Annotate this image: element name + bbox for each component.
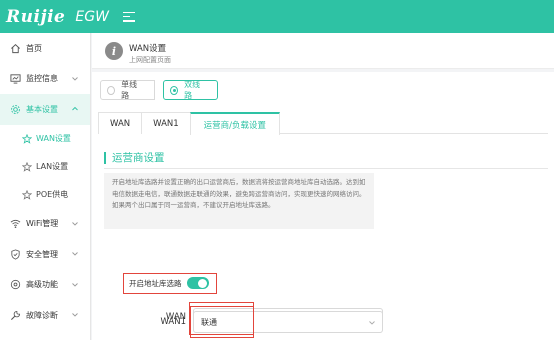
radio-single-line[interactable]: 单线路 [100,80,155,100]
sidebar-subitem-label: POE供电 [36,190,69,199]
sidebar-item-label: 高级功能 [26,280,58,290]
chevron-down-icon [369,321,375,325]
sidebar-item-label: 监控信息 [26,74,58,84]
radio-label: 单线路 [121,80,138,100]
sidebar-subitem-label: WAN设置 [36,134,71,143]
tab-bar: WAN WAN1 运营商/负载设置 [98,112,548,135]
address-routing-switch[interactable] [186,277,209,289]
radio-label: 双线路 [184,80,201,100]
settings-gear-icon [9,103,21,115]
sidebar-item-diagnose[interactable]: 故障诊断 [0,300,90,331]
content-panel: 单线路 双线路 WAN WAN1 运营商/负载设置 运营商设置 开启地址库选路并… [92,72,554,340]
line-mode-radio-group: 单线路 双线路 [100,80,218,100]
chevron-down-icon [72,313,78,317]
radio-dot [107,85,116,95]
page-title: WAN设置 [129,44,167,54]
sidebar-item-label: 首页 [26,43,42,53]
tab-wan[interactable]: WAN [98,112,143,134]
sidebar-subitem-lan[interactable]: LAN设置 [0,153,90,181]
radio-dual-line[interactable]: 双线路 [163,80,218,100]
monitor-icon [9,73,21,85]
top-bar: Ruijie EGW [0,0,554,33]
shield-icon [9,248,21,260]
product-name: EGW [75,8,109,25]
menu-toggle-icon[interactable] [122,11,135,22]
section-title: 运营商设置 [104,152,165,164]
highlight-box [190,306,254,338]
radio-dot [170,85,179,95]
page-header: i WAN设置 上网配置页面 [92,33,554,69]
info-icon: i [105,42,123,60]
toggle-label: 开启地址库选路 [129,278,182,288]
sidebar-subitem-label: LAN设置 [36,162,69,171]
star-icon [22,133,32,144]
chevron-down-icon [72,282,78,287]
wifi-icon [9,218,21,230]
sidebar-item-security[interactable]: 安全管理 [0,239,90,270]
section-description: 开启地址库选路并设置正确的出口运营商后，数据流将按运营商地址库自动选路。达到如电… [104,173,374,229]
sidebar-item-home[interactable]: 首页 [0,33,90,64]
diagnose-icon [9,309,21,321]
home-icon [9,42,21,54]
main-area: i WAN设置 上网配置页面 单线路 双线路 WAN WAN1 运营商/负载设置… [92,33,554,340]
chevron-down-icon [72,252,78,256]
sidebar-item-wifi[interactable]: WiFi管理 [0,209,90,240]
sidebar-item-basic-settings[interactable]: 基本设置 [0,94,90,125]
star-icon [22,189,32,200]
section-divider [104,168,548,169]
sidebar-item-label: 安全管理 [26,249,58,259]
sidebar: 首页 监控信息 基本设置 WAN设置 LAN设置 POE供电 WiFi管理 安全… [0,33,91,340]
tab-wan1[interactable]: WAN1 [141,112,191,134]
sidebar-item-monitor[interactable]: 监控信息 [0,64,90,95]
tab-isp-load[interactable]: 运营商/负载设置 [189,112,281,135]
chevron-down-icon [72,76,78,81]
chevron-down-icon [72,221,78,226]
wan1-label: WAN1 [160,317,186,327]
brand-logo[interactable]: Ruijie [6,7,65,27]
sidebar-item-label: 故障诊断 [26,310,58,320]
chevron-up-icon [72,106,78,111]
sidebar-item-advanced[interactable]: 高级功能 [0,270,90,301]
page-subtitle: 上网配置页面 [129,56,171,64]
sidebar-subitem-wan[interactable]: WAN设置 [0,125,90,153]
sidebar-item-label: WiFi管理 [26,219,59,229]
advanced-icon [9,279,21,291]
address-routing-toggle-row: 开启地址库选路 [129,277,209,289]
sidebar-subitem-poe[interactable]: POE供电 [0,181,90,209]
star-icon [22,161,32,172]
sidebar-item-label: 基本设置 [26,104,58,114]
